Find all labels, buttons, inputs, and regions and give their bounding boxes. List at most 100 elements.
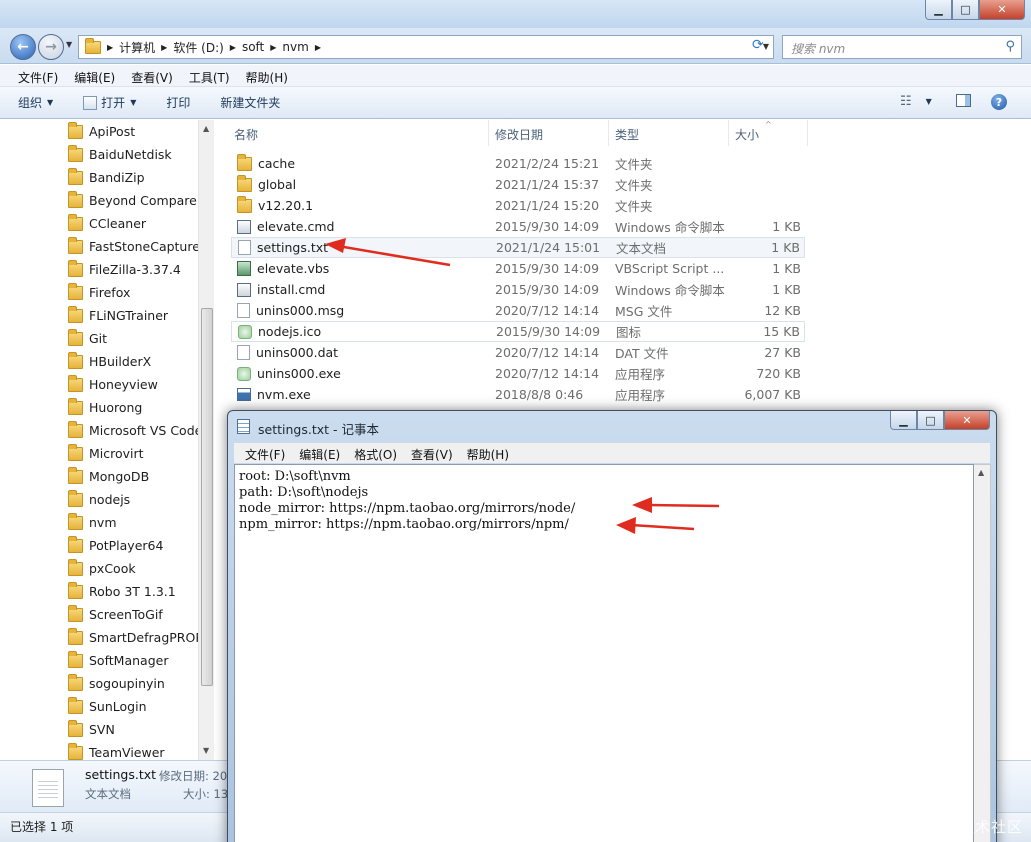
tree-item[interactable]: Honeyview: [68, 373, 198, 396]
navigation-scrollbar[interactable]: ▲ ▼: [198, 120, 214, 760]
tree-item[interactable]: pxCook: [68, 557, 198, 580]
recent-pages-dropdown-icon[interactable]: ▼: [66, 40, 72, 49]
tree-item[interactable]: nvm: [68, 511, 198, 534]
tree-item-label: Honeyview: [89, 377, 158, 392]
column-divider[interactable]: [608, 120, 609, 146]
close-button[interactable]: ✕: [944, 411, 990, 430]
menu-file[interactable]: 文件(F): [10, 65, 66, 86]
file-row[interactable]: nvm.exe 2018/8/8 0:46 应用程序 6,007 KB: [231, 384, 805, 405]
close-button[interactable]: ✕: [979, 0, 1025, 20]
column-divider[interactable]: [807, 120, 808, 146]
file-row[interactable]: elevate.cmd 2015/9/30 14:09 Windows 命令脚本 1 …: [231, 216, 805, 237]
column-header-date[interactable]: 修改日期: [495, 126, 543, 143]
menu-help[interactable]: 帮助(H): [238, 65, 296, 86]
breadcrumb-separator-icon[interactable]: ▶: [161, 43, 167, 52]
file-row[interactable]: cache 2021/2/24 15:21 文件夹: [231, 153, 805, 174]
tree-item[interactable]: SoftManager: [68, 649, 198, 672]
tree-item[interactable]: Firefox: [68, 281, 198, 304]
file-row-selected[interactable]: settings.txt 2021/1/24 15:01 文本文档 1 KB: [231, 237, 805, 258]
file-row[interactable]: unins000.exe 2020/7/12 14:14 应用程序 720 KB: [231, 363, 805, 384]
menu-edit[interactable]: 编辑(E): [66, 65, 123, 86]
tree-item[interactable]: MongoDB: [68, 465, 198, 488]
breadcrumb-drive-d[interactable]: 软件 (D:): [173, 39, 223, 56]
tree-item[interactable]: Microsoft VS Code: [68, 419, 198, 442]
maximize-button[interactable]: □: [917, 411, 944, 430]
column-header-type[interactable]: 类型: [615, 126, 639, 143]
tree-item[interactable]: Microvirt: [68, 442, 198, 465]
scrollbar-thumb[interactable]: [201, 308, 213, 686]
new-folder-button[interactable]: 新建文件夹: [220, 94, 280, 111]
tree-item[interactable]: FileZilla-3.37.4: [68, 258, 198, 281]
tree-item[interactable]: nodejs: [68, 488, 198, 511]
scroll-up-icon[interactable]: ▲: [203, 124, 209, 133]
tree-item[interactable]: SVN: [68, 718, 198, 741]
tree-item[interactable]: sogoupinyin: [68, 672, 198, 695]
breadcrumb-computer[interactable]: 计算机: [119, 39, 155, 56]
tree-item[interactable]: FLiNGTrainer: [68, 304, 198, 327]
tree-item[interactable]: FastStoneCapturePortable: [68, 235, 198, 258]
menu-help[interactable]: 帮助(H): [460, 443, 516, 463]
maximize-button[interactable]: □: [952, 0, 979, 20]
tree-item[interactable]: SmartDefragPROPortable: [68, 626, 198, 649]
tree-item[interactable]: BandiZip: [68, 166, 198, 189]
open-button[interactable]: 打开 ▼: [83, 94, 136, 111]
tree-item[interactable]: SunLogin: [68, 695, 198, 718]
tree-item-label: SmartDefragPROPortable: [89, 630, 198, 645]
search-input[interactable]: 搜索 nvm ⚲: [782, 35, 1022, 59]
column-divider[interactable]: [488, 120, 489, 146]
scroll-down-icon[interactable]: ▼: [203, 746, 209, 755]
view-options-button[interactable]: ☷ ▼: [900, 94, 932, 109]
tree-item[interactable]: CCleaner: [68, 212, 198, 235]
menu-view[interactable]: 查看(V): [123, 65, 181, 86]
scroll-up-icon[interactable]: ▲: [978, 468, 984, 477]
help-button[interactable]: ?: [991, 94, 1007, 110]
file-row[interactable]: unins000.msg 2020/7/12 14:14 MSG 文件 12 KB: [231, 300, 805, 321]
tree-item[interactable]: ScreenToGif: [68, 603, 198, 626]
breadcrumb-separator-icon[interactable]: ▶: [230, 43, 236, 52]
notepad-titlebar[interactable]: settings.txt - 记事本 ▁ □ ✕: [228, 411, 996, 441]
menu-edit[interactable]: 编辑(E): [292, 443, 347, 463]
file-row[interactable]: unins000.dat 2020/7/12 14:14 DAT 文件 27 KB: [231, 342, 805, 363]
column-header-size[interactable]: 大小: [735, 126, 759, 143]
preview-pane-button[interactable]: [956, 94, 971, 107]
address-input[interactable]: ▶ 计算机 ▶ 软件 (D:) ▶ soft ▶ nvm ▶ ▼: [78, 35, 774, 59]
file-row[interactable]: v12.20.1 2021/1/24 15:20 文件夹: [231, 195, 805, 216]
minimize-button[interactable]: ▁: [925, 0, 952, 20]
back-button[interactable]: ←: [10, 34, 36, 60]
refresh-icon[interactable]: ⟳: [752, 37, 764, 53]
minimize-button[interactable]: ▁: [890, 411, 917, 430]
tree-item[interactable]: BaiduNetdisk: [68, 143, 198, 166]
tree-item[interactable]: ApiPost: [68, 120, 198, 143]
breadcrumb-nvm[interactable]: nvm: [282, 40, 308, 54]
file-row[interactable]: nodejs.ico 2015/9/30 14:09 图标 15 KB: [231, 321, 805, 342]
tree-item[interactable]: Robo 3T 1.3.1: [68, 580, 198, 603]
column-header-name[interactable]: 名称: [234, 126, 258, 143]
print-button[interactable]: 打印: [166, 94, 190, 111]
menu-tools[interactable]: 工具(T): [181, 65, 238, 86]
file-row[interactable]: elevate.vbs 2015/9/30 14:09 VBScript Scrip…: [231, 258, 805, 279]
tree-item[interactable]: HBuilderX: [68, 350, 198, 373]
breadcrumb-soft[interactable]: soft: [242, 40, 264, 54]
column-divider[interactable]: [728, 120, 729, 146]
breadcrumb-separator-icon[interactable]: ▶: [107, 43, 113, 52]
breadcrumb-separator-icon[interactable]: ▶: [270, 43, 276, 52]
tree-item[interactable]: Git: [68, 327, 198, 350]
tree-item[interactable]: Huorong: [68, 396, 198, 419]
notepad-vertical-scrollbar[interactable]: ▲: [974, 464, 991, 842]
command-bar: 组织 ▼ 打开 ▼ 打印 新建文件夹 ☷ ▼ ?: [0, 87, 1031, 119]
tree-item[interactable]: Beyond Compare 4: [68, 189, 198, 212]
explorer-titlebar[interactable]: ▁ □ ✕: [0, 0, 1031, 28]
breadcrumb-separator-icon[interactable]: ▶: [315, 43, 321, 52]
details-filename: settings.txt: [85, 767, 157, 782]
tree-item-label: Robo 3T 1.3.1: [89, 584, 176, 599]
forward-button[interactable]: →: [38, 34, 64, 60]
menu-file[interactable]: 文件(F): [238, 443, 292, 463]
search-icon[interactable]: ⚲: [1005, 39, 1015, 54]
notepad-text-area[interactable]: root: D:\soft\nvm path: D:\soft\nodejs nod…: [234, 464, 974, 842]
menu-view[interactable]: 查看(V): [404, 443, 460, 463]
menu-format[interactable]: 格式(O): [347, 443, 404, 463]
file-row[interactable]: global 2021/1/24 15:37 文件夹: [231, 174, 805, 195]
organize-button[interactable]: 组织 ▼: [18, 94, 53, 111]
tree-item[interactable]: PotPlayer64: [68, 534, 198, 557]
file-row[interactable]: install.cmd 2015/9/30 14:09 Windows 命令脚本 1 …: [231, 279, 805, 300]
